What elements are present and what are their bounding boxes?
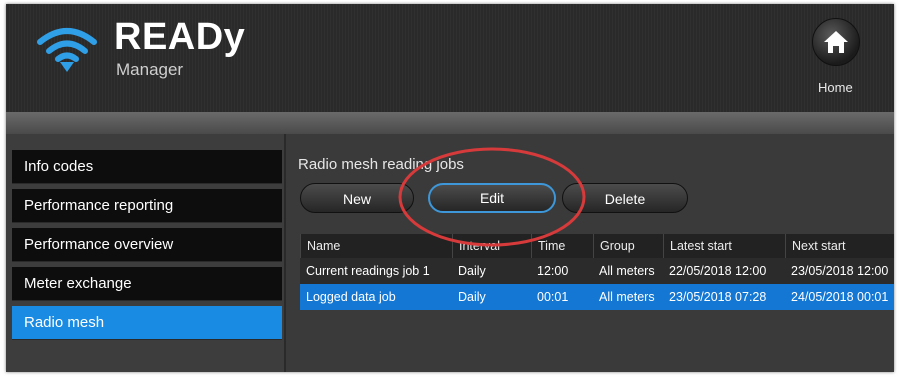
cell-interval: Daily [458, 290, 486, 304]
home-label: Home [818, 80, 853, 95]
table-row-selected[interactable]: Logged data job Daily 00:01 All meters 2… [300, 284, 894, 310]
toolbar-strip [6, 112, 894, 134]
app-subtitle: Manager [116, 60, 184, 79]
table-row[interactable]: Current readings job 1 Daily 12:00 All m… [300, 258, 894, 284]
cell-latest-start: 22/05/2018 12:00 [669, 264, 767, 278]
cell-group: All meters [599, 264, 655, 278]
home-icon [824, 31, 848, 53]
home-button[interactable] [812, 18, 860, 66]
cell-latest-start: 23/05/2018 07:28 [669, 290, 767, 304]
cell-name: Logged data job [306, 290, 396, 304]
main-panel: Radio mesh reading jobs New Edit Delete … [286, 134, 894, 372]
sidebar-item-performance-reporting[interactable]: Performance reporting [12, 189, 282, 223]
sidebar-item-info-codes[interactable]: Info codes [12, 150, 282, 184]
cell-group: All meters [599, 290, 655, 304]
table-header: Name Interval Time Group Latest start Ne… [300, 234, 894, 258]
column-header-latest-start[interactable]: Latest start [663, 234, 785, 258]
cell-next-start: 24/05/2018 00:01 [791, 290, 889, 304]
cell-interval: Daily [458, 264, 486, 278]
cell-next-start: 23/05/2018 12:00 [791, 264, 889, 278]
wifi-logo-icon [37, 28, 97, 72]
cell-name: Current readings job 1 [306, 264, 430, 278]
column-header-group[interactable]: Group [593, 234, 663, 258]
sidebar-item-performance-overview[interactable]: Performance overview [12, 228, 282, 262]
sidebar-item-radio-mesh[interactable]: Radio mesh [12, 306, 282, 340]
cell-time: 00:01 [537, 290, 569, 304]
app-title: READy [114, 16, 246, 58]
jobs-table: Name Interval Time Group Latest start Ne… [300, 234, 894, 372]
app-header: READy Manager Home [6, 4, 894, 112]
sidebar-item-meter-exchange[interactable]: Meter exchange [12, 267, 282, 301]
column-header-next-start[interactable]: Next start [785, 234, 894, 258]
cell-time: 12:00 [537, 264, 569, 278]
sidebar: Info codes Performance reporting Perform… [6, 134, 284, 372]
annotation-ellipse [398, 147, 586, 247]
